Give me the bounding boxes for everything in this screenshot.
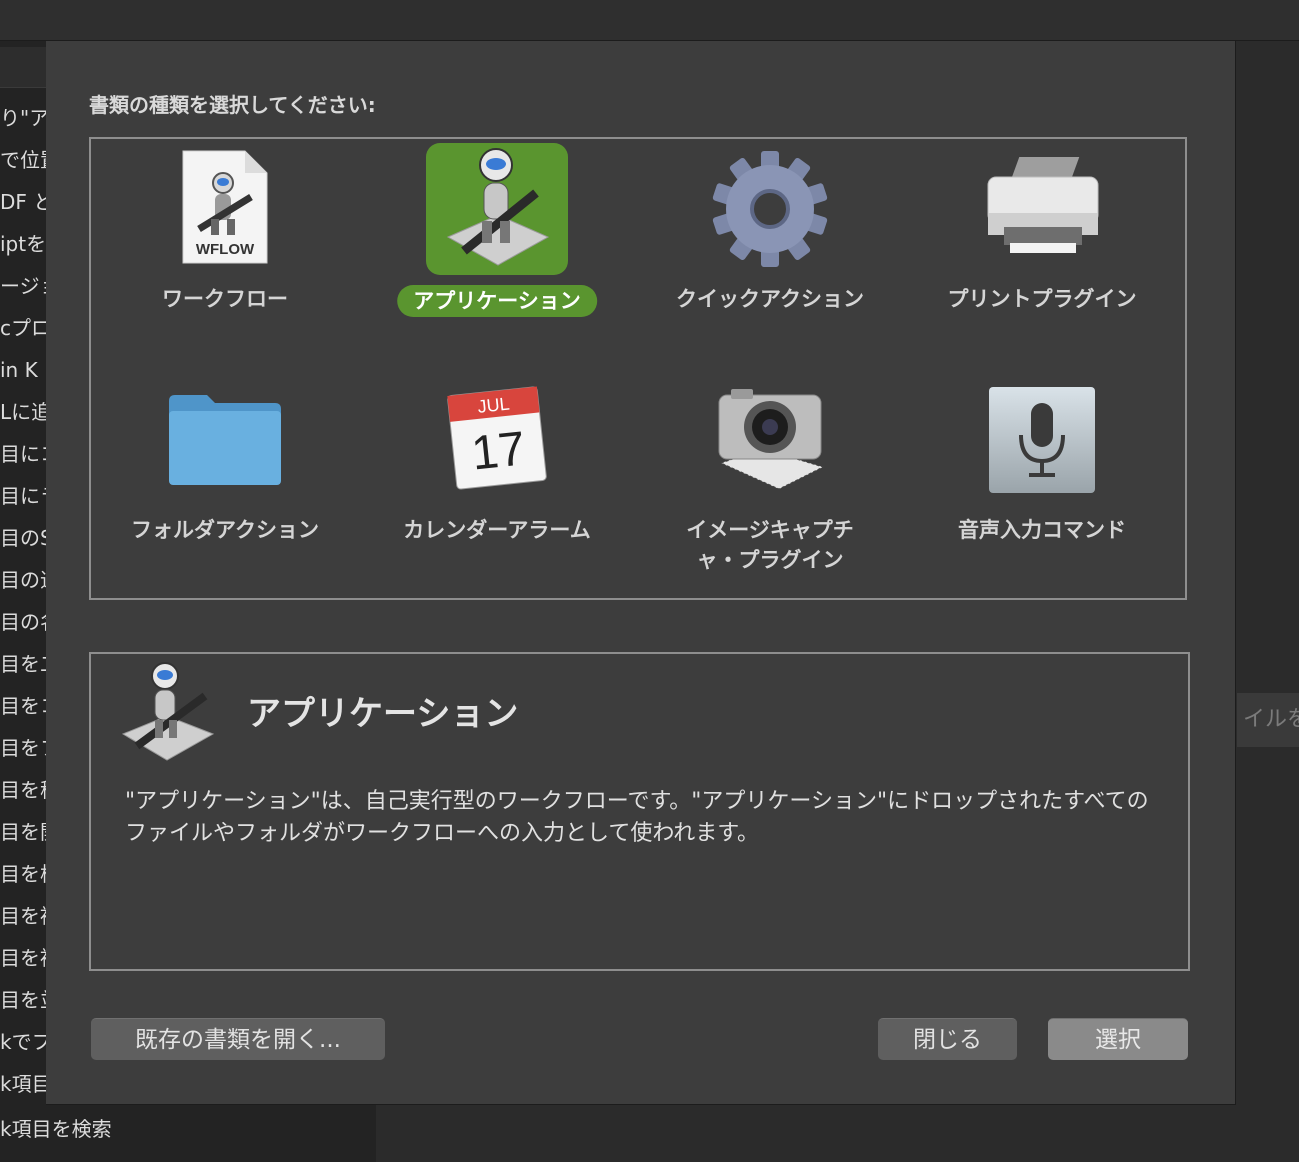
background-list-item[interactable]: 目を複	[0, 901, 46, 931]
background-list-item[interactable]: k項目を検索	[0, 1114, 112, 1144]
calendar-day: 17	[469, 422, 528, 480]
background-list-item[interactable]: 目を複	[0, 943, 46, 973]
background-list-item[interactable]: で位置	[0, 145, 46, 175]
type-quick-action[interactable]: クイックアクション	[645, 139, 895, 329]
background-list-item[interactable]: 目を二	[0, 649, 46, 679]
document-type-dialog: 書類の種類を選択してください: WFLOW ワークフロー アプリケーション クイ…	[46, 41, 1236, 1105]
type-label: イメージキャプチ	[686, 518, 854, 542]
select-button[interactable]: 選択	[1048, 1018, 1188, 1060]
background-action-list: り"アで位置 DF と iptをージョ cプロ in K Lに追目にコ目にラ目のS 目の追…	[0, 41, 46, 1162]
background-list-item[interactable]: 目を検	[0, 859, 46, 889]
window-titlebar	[0, 0, 1299, 41]
selection-highlight	[426, 143, 568, 275]
microphone-icon	[989, 387, 1095, 493]
type-folder-action[interactable]: フォルダアクション	[100, 377, 350, 587]
type-calendar-alarm[interactable]: JUL 17 カレンダーアラーム	[372, 377, 622, 587]
document-type-grid: WFLOW ワークフロー アプリケーション クイックアクション プリントプラグイ…	[89, 137, 1187, 600]
type-label-selected: アプリケーション	[397, 285, 597, 317]
type-label: プリントプラグイン	[947, 287, 1137, 311]
type-label: ャ・プラグイン	[696, 548, 844, 572]
type-label: カレンダーアラーム	[403, 518, 591, 542]
close-button[interactable]: 閉じる	[878, 1018, 1017, 1060]
background-list-item[interactable]: iptを	[0, 229, 46, 259]
background-list-item[interactable]: 目のS	[0, 523, 46, 553]
background-list-item[interactable]: 目をフ	[0, 733, 46, 763]
type-label: ワークフロー	[162, 287, 288, 311]
description-panel: アプリケーション "アプリケーション"は、自己実行型のワークフローです。"アプリ…	[89, 652, 1190, 971]
background-list-item[interactable]: 目の名	[0, 607, 46, 637]
background-list-item[interactable]: k項目	[0, 1069, 46, 1099]
background-button[interactable]: イルを	[1237, 693, 1299, 747]
folder-icon	[169, 395, 281, 485]
background-list-item[interactable]: DF と	[0, 187, 46, 217]
type-label: フォルダアクション	[131, 518, 319, 542]
automator-robot-icon	[121, 662, 215, 761]
background-list-header	[0, 47, 46, 88]
background-list-item[interactable]: cプロ	[0, 313, 46, 343]
automator-robot-icon	[446, 148, 550, 266]
type-dictation-command[interactable]: 音声入力コマンド	[917, 377, 1167, 587]
type-label: 音声入力コマンド	[958, 518, 1126, 542]
printer-icon	[987, 157, 1099, 253]
type-label: クイックアクション	[676, 287, 864, 311]
background-list-item[interactable]: 目を移	[0, 775, 46, 805]
background-list-item[interactable]: 目の追	[0, 565, 46, 595]
workflow-file-label: WFLOW	[196, 241, 255, 258]
background-list-item[interactable]: in K	[0, 355, 46, 385]
background-list-item[interactable]: 目にラ	[0, 481, 46, 511]
description-text: "アプリケーション"は、自己実行型のワークフローです。"アプリケーション"にドロ…	[125, 789, 1149, 846]
background-list-item[interactable]: 目を開	[0, 817, 46, 847]
type-workflow[interactable]: WFLOW ワークフロー	[100, 139, 350, 329]
calendar-icon: JUL 17	[447, 386, 547, 490]
background-list-item[interactable]: kでフ	[0, 1027, 46, 1057]
background-list-item[interactable]: 目をコ	[0, 691, 46, 721]
camera-icon	[718, 389, 825, 490]
type-print-plugin[interactable]: プリントプラグイン	[917, 139, 1167, 329]
calendar-month: JUL	[477, 394, 511, 417]
background-list-item[interactable]: 目を並	[0, 985, 46, 1015]
background-list-item[interactable]: Lに追	[0, 397, 46, 427]
background-list-item[interactable]: り"ア	[0, 103, 46, 133]
type-application[interactable]: アプリケーション	[372, 139, 622, 329]
background-list-item[interactable]: 目にコ	[0, 439, 46, 469]
open-existing-button[interactable]: 既存の書類を開く...	[91, 1018, 385, 1060]
gear-icon	[712, 151, 828, 267]
dialog-prompt: 書類の種類を選択してください:	[89, 93, 376, 117]
description-title: アプリケーション	[247, 694, 519, 734]
workflow-document-icon: WFLOW	[182, 150, 268, 264]
type-image-capture-plugin[interactable]: イメージキャプチ ャ・プラグイン	[645, 377, 895, 587]
background-right-panel	[1235, 41, 1299, 1162]
background-list-item[interactable]: ージョ	[0, 271, 46, 301]
